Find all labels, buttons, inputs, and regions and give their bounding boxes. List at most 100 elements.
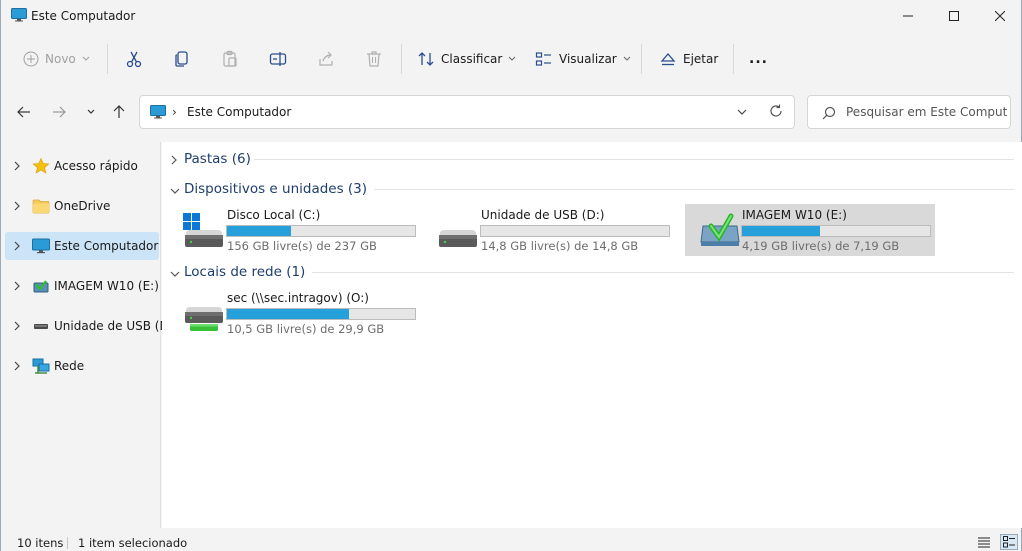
group-divider: [374, 189, 1014, 190]
drive-item-c[interactable]: Disco Local (C:) 156 GB livre(s) de 237 …: [170, 204, 420, 256]
details-view-button[interactable]: [978, 536, 990, 551]
drive-free-space: 156 GB livre(s) de 237 GB: [227, 239, 377, 253]
drive-usage-fill: [227, 309, 349, 319]
chevron-right-icon: [170, 154, 178, 168]
minimize-icon: [903, 15, 913, 17]
plus-circle-icon: [23, 51, 39, 67]
sort-icon: [418, 52, 434, 66]
group-label: Locais de rede (1): [184, 264, 306, 280]
drive-item-d[interactable]: Unidade de USB (D:) 14,8 GB livre(s) de …: [424, 204, 674, 256]
search-box[interactable]: [807, 95, 1011, 129]
recent-locations-button[interactable]: [81, 100, 101, 124]
item-count: 10 itens: [17, 536, 64, 550]
chevron-right-icon[interactable]: [13, 360, 21, 374]
image-drive-icon: [697, 212, 743, 250]
more-icon: ...: [749, 51, 768, 67]
close-button[interactable]: [977, 0, 1022, 32]
drive-name: sec (\\sec.intragov) (O:): [227, 291, 369, 305]
chevron-down-icon: [737, 109, 747, 115]
share-button[interactable]: [317, 46, 335, 72]
content-pane: Pastas (6) Dispositivos e unidades (3) D…: [162, 142, 1022, 528]
usb-drive-icon: [32, 318, 50, 334]
minimize-button[interactable]: [885, 0, 931, 32]
arrow-right-icon: [53, 106, 66, 118]
sidebar-item-imagem-w10[interactable]: IMAGEM W10 (E:): [5, 272, 159, 300]
delete-button[interactable]: [365, 46, 383, 72]
breadcrumb-este-computador[interactable]: Este Computador: [187, 105, 291, 119]
forward-button[interactable]: [49, 100, 69, 124]
address-history-button[interactable]: [737, 105, 747, 119]
usb-drive-icon: [436, 212, 482, 250]
group-label: Pastas (6): [184, 151, 251, 167]
address-bar[interactable]: › Este Computador: [139, 95, 795, 129]
copy-button[interactable]: [173, 46, 191, 72]
folder-icon: [32, 198, 50, 214]
eject-icon: [660, 53, 676, 66]
windows-drive-icon: [182, 212, 228, 250]
drive-usage-bar: [480, 225, 670, 237]
drive-usage-bar: [226, 225, 416, 237]
tiles-view-button[interactable]: [1000, 534, 1018, 550]
sidebar-item-quick-access[interactable]: Acesso rápido: [5, 152, 159, 180]
eject-button[interactable]: Ejetar: [659, 46, 718, 72]
drive-usage-bar: [741, 225, 931, 237]
selection-count: 1 item selecionado: [78, 536, 188, 550]
toolbar-separator: [641, 44, 642, 74]
paste-button[interactable]: [221, 46, 239, 72]
up-button[interactable]: [109, 100, 129, 124]
sidebar-item-rede[interactable]: Rede: [5, 352, 159, 380]
computer-icon: [11, 8, 27, 22]
computer-icon: [150, 105, 166, 122]
sidebar-item-onedrive[interactable]: OneDrive: [5, 192, 159, 220]
more-options-button[interactable]: ...: [749, 46, 768, 72]
chevron-down-icon: [87, 109, 95, 114]
group-label: Dispositivos e unidades (3): [184, 181, 368, 197]
drive-free-space: 10,5 GB livre(s) de 29,9 GB: [227, 322, 385, 336]
sidebar-item-label: Unidade de USB (D:): [54, 319, 178, 333]
toolbar-separator: [107, 44, 108, 74]
sidebar-item-label: OneDrive: [54, 199, 111, 213]
file-explorer-window: Este Computador Novo Classificar Visuali…: [0, 0, 1022, 551]
view-icon: [535, 52, 551, 66]
chevron-down-icon: [82, 56, 90, 61]
group-divider: [254, 159, 1014, 160]
search-icon: [822, 106, 836, 123]
chevron-right-icon[interactable]: [13, 280, 21, 294]
details-view-icon: [978, 537, 990, 548]
view-button-label: Visualizar: [559, 52, 617, 66]
view-button[interactable]: Visualizar: [535, 46, 631, 72]
cut-button[interactable]: [125, 46, 143, 72]
new-button[interactable]: Novo: [23, 46, 90, 72]
status-separator: [67, 537, 68, 549]
search-input[interactable]: [846, 102, 1008, 122]
image-drive-icon: [32, 278, 50, 294]
chevron-right-icon[interactable]: [13, 240, 21, 254]
chevron-right-icon[interactable]: [13, 200, 21, 214]
arrow-left-icon: [17, 106, 30, 118]
drive-usage-bar: [226, 308, 416, 320]
toolbar-separator: [401, 44, 402, 74]
drive-item-network-o[interactable]: sec (\\sec.intragov) (O:) 10,5 GB livre(…: [170, 287, 420, 339]
sidebar-item-label: IMAGEM W10 (E:): [54, 279, 159, 293]
close-icon: [995, 11, 1005, 21]
window-title: Este Computador: [31, 9, 136, 23]
group-header-network[interactable]: Locais de rede (1): [170, 262, 330, 282]
sidebar-item-este-computador[interactable]: Este Computador: [5, 232, 159, 260]
sidebar-item-usb-drive[interactable]: Unidade de USB (D:): [5, 312, 177, 340]
back-button[interactable]: [14, 100, 34, 124]
group-header-devices[interactable]: Dispositivos e unidades (3): [170, 179, 390, 199]
chevron-right-icon[interactable]: [13, 320, 21, 334]
drive-usage-fill: [227, 226, 292, 236]
arrow-up-icon: [113, 105, 125, 118]
sort-button[interactable]: Classificar: [417, 46, 516, 72]
sort-button-label: Classificar: [441, 52, 503, 66]
chevron-down-icon: [170, 184, 180, 198]
chevron-down-icon: [170, 267, 180, 281]
chevron-right-icon[interactable]: [13, 160, 21, 174]
refresh-button[interactable]: [769, 104, 783, 121]
drive-item-e[interactable]: IMAGEM W10 (E:) 4,19 GB livre(s) de 7,19…: [685, 204, 935, 256]
sidebar-item-label: Acesso rápido: [54, 159, 138, 173]
rename-button[interactable]: [269, 46, 287, 72]
copy-icon: [175, 51, 188, 67]
maximize-button[interactable]: [931, 0, 977, 32]
